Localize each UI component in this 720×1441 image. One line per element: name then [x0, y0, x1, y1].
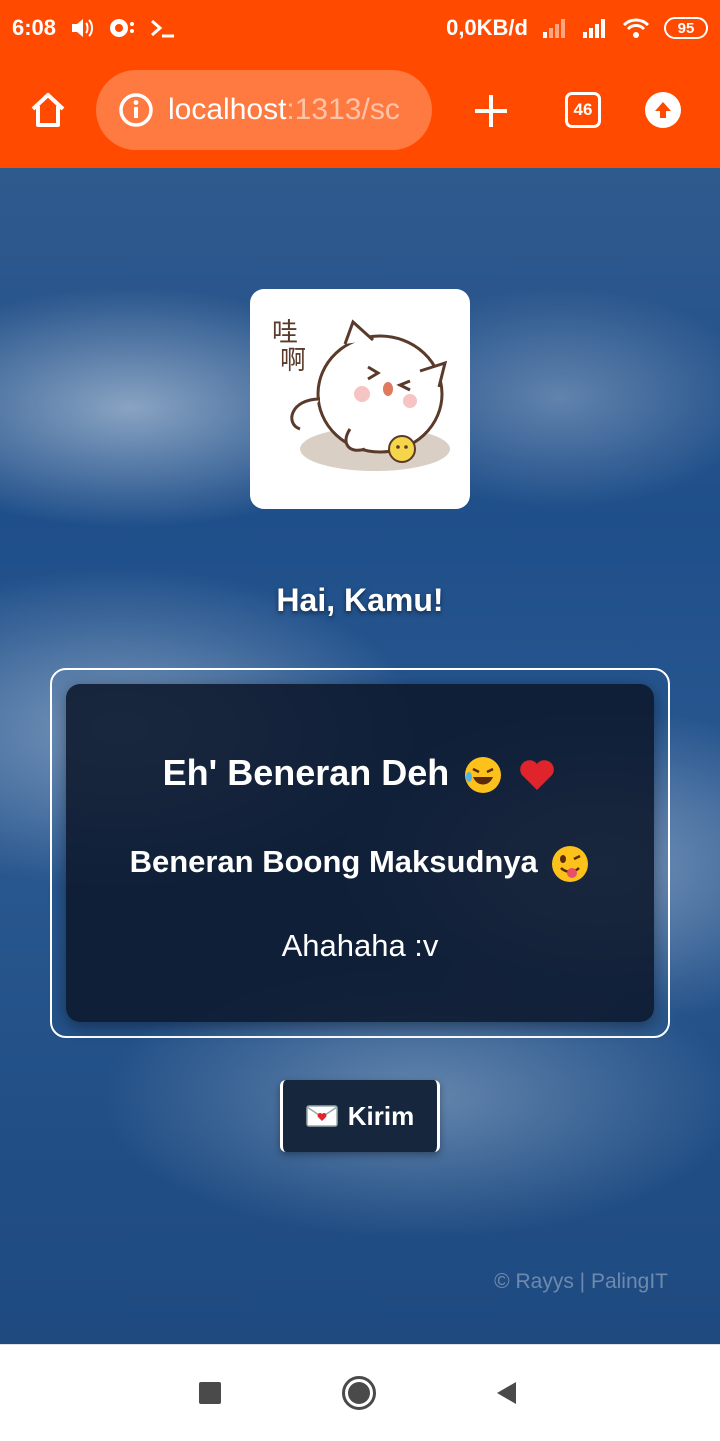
nav-home-icon — [348, 1382, 370, 1404]
status-time: 6:08 — [12, 15, 57, 40]
home-icon — [31, 93, 65, 127]
sticker-image: 哇 啊 — [250, 289, 470, 509]
message-line-2: Beneran Boong Maksudnya — [66, 844, 654, 884]
send-button-label: Kirim — [347, 1100, 415, 1131]
new-tab-button[interactable] — [470, 90, 512, 132]
back-button[interactable] — [494, 1381, 518, 1405]
message-line-2-text: Beneran Boong Maksudnya — [129, 844, 538, 880]
wifi-icon — [622, 18, 650, 38]
status-bar: 6:08 0,0KB/d 95 — [0, 0, 720, 56]
terminal-icon — [151, 19, 175, 38]
battery-icon: 95 — [664, 17, 708, 39]
net-speed: 0,0KB/d — [446, 15, 528, 40]
signal-icon — [583, 19, 605, 38]
url-path: :1313/sc — [286, 93, 400, 126]
love-letter-icon — [306, 1105, 338, 1127]
message-line-3: Ahahaha :v — [281, 928, 439, 963]
signal-icon — [543, 19, 565, 38]
notification-icon — [110, 19, 135, 37]
send-button[interactable]: Kirim — [280, 1080, 440, 1152]
home-button[interactable] — [22, 84, 74, 136]
volume-icon — [72, 19, 94, 37]
plus-icon — [475, 95, 507, 127]
tabs-button[interactable]: 46 — [565, 92, 601, 128]
message-card-inner: Eh' Beneran Deh Beneran Boong Maksudnya — [66, 684, 654, 1022]
url-host: localhost — [168, 93, 287, 126]
sticker-caption-2: 啊 — [280, 346, 306, 376]
sticker-caption-1: 哇 — [272, 318, 298, 348]
heart-emoji-icon — [520, 760, 555, 791]
browser-top-area: 6:08 0,0KB/d 95 localhost:1313/sc 46 — [0, 0, 720, 168]
upload-icon — [655, 102, 671, 118]
greeting-heading: Hai, Kamu! — [276, 582, 444, 618]
message-line-1: Eh' Beneran Deh — [66, 752, 654, 795]
upload-button[interactable] — [645, 92, 681, 128]
message-card: Eh' Beneran Deh Beneran Boong Maksudnya — [50, 668, 670, 1038]
browser-toolbar: localhost:1313/sc 46 — [0, 70, 720, 154]
message-line-1-text: Eh' Beneran Deh — [162, 752, 450, 793]
system-nav-bar — [0, 1344, 720, 1441]
footer-credit: © Rayys | PalingIT — [494, 1270, 668, 1293]
info-icon[interactable] — [118, 92, 154, 128]
cat-sticker-illustration: 哇 啊 — [272, 318, 450, 471]
page-content: 哇 啊 Hai, Kamu! Eh' Beneran Deh Beneran B… — [0, 168, 720, 1344]
rofl-emoji-icon — [465, 757, 502, 794]
wink-tongue-emoji-icon — [552, 846, 589, 882]
recents-button[interactable] — [199, 1382, 221, 1404]
tab-count: 46 — [573, 100, 593, 119]
nav-home-button[interactable] — [342, 1376, 376, 1410]
address-bar[interactable]: localhost:1313/sc — [96, 70, 432, 150]
